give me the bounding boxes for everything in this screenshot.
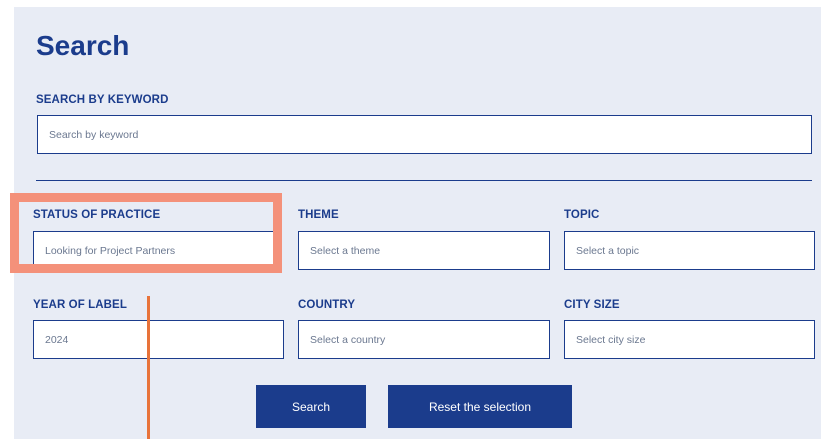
- keyword-label: SEARCH BY KEYWORD: [36, 94, 169, 106]
- country-select[interactable]: Select a country: [298, 320, 550, 359]
- year-of-label-label: YEAR OF LABEL: [33, 299, 127, 311]
- country-label: COUNTRY: [298, 299, 356, 311]
- theme-select[interactable]: Select a theme: [298, 231, 550, 270]
- keyword-search-input[interactable]: Search by keyword: [37, 115, 812, 154]
- topic-select[interactable]: Select a topic: [564, 231, 815, 270]
- page-title: Search: [36, 30, 130, 61]
- annotation-pointer-line: [147, 296, 150, 439]
- year-of-label-select[interactable]: 2024: [33, 320, 284, 359]
- section-divider: [36, 180, 812, 181]
- city-size-select[interactable]: Select city size: [564, 320, 815, 359]
- city-size-label: CITY SIZE: [564, 299, 620, 311]
- theme-label: THEME: [298, 209, 339, 221]
- topic-label: TOPIC: [564, 209, 600, 221]
- search-button[interactable]: Search: [256, 385, 366, 428]
- highlight-annotation-box: [10, 193, 282, 273]
- reset-selection-button[interactable]: Reset the selection: [388, 385, 572, 428]
